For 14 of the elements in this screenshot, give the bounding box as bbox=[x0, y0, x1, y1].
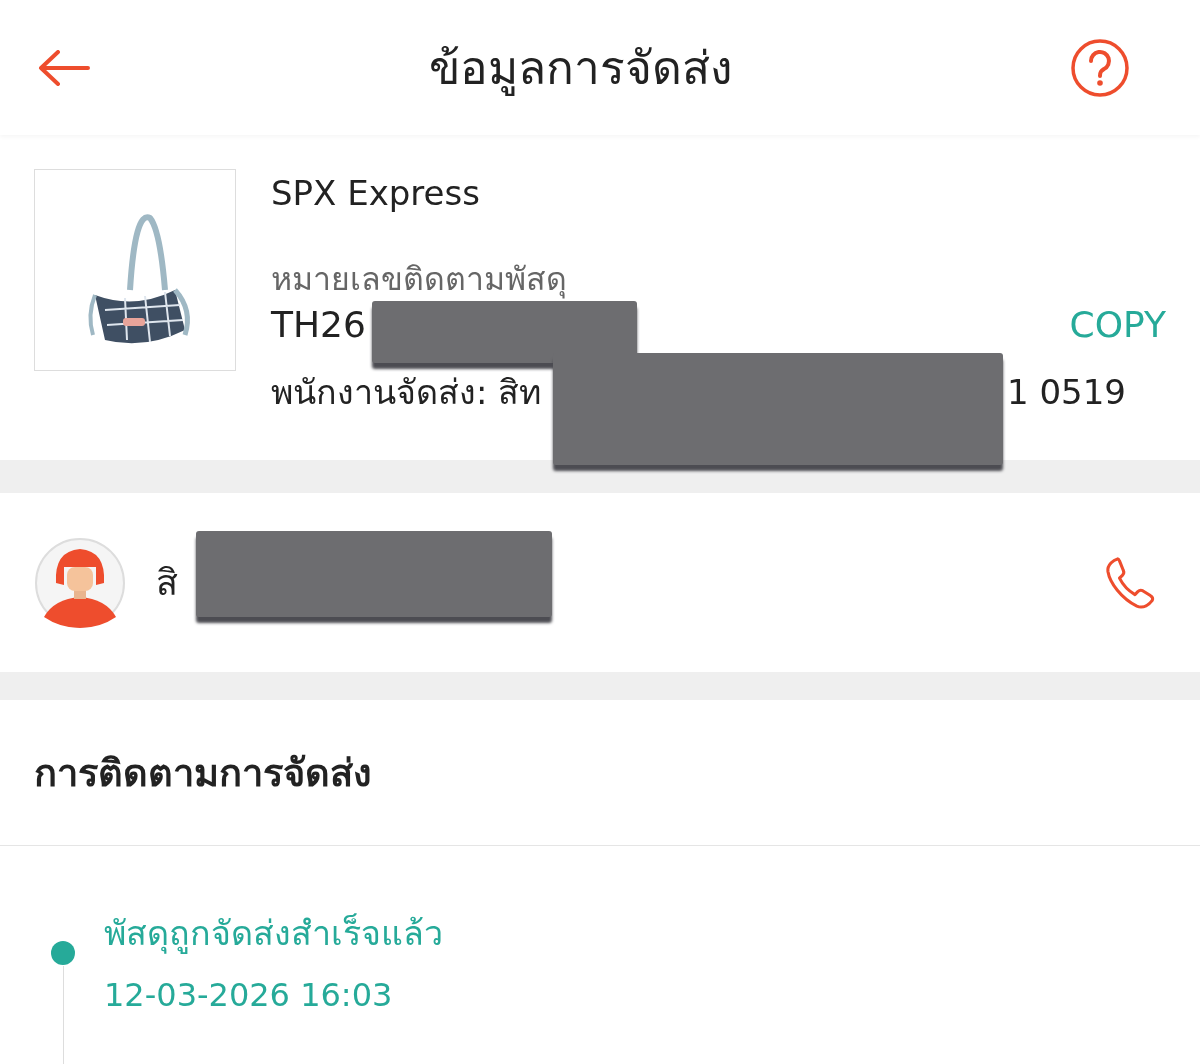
carrier-name: SPX Express bbox=[271, 173, 481, 213]
phone-number: 1 0519 bbox=[1007, 372, 1126, 412]
event-status: พัสดุถูกจัดส่งสำเร็จแล้ว bbox=[104, 912, 443, 956]
courier-avatar-icon bbox=[34, 536, 126, 629]
courier-info: พนักงานจัดส่ง: สิท bbox=[271, 371, 542, 414]
page-title: ข้อมูลการจัดส่ง bbox=[428, 40, 732, 98]
tracking-number: TH26 bbox=[271, 304, 366, 345]
help-icon[interactable] bbox=[1070, 37, 1130, 98]
back-arrow-icon[interactable] bbox=[38, 49, 90, 86]
courier-name: สิ bbox=[156, 561, 178, 605]
section-title: การติดตามการจัดส่ง bbox=[0, 700, 1200, 846]
event-time: 12-03-2026 16:03 bbox=[104, 976, 394, 1014]
copy-button[interactable]: COPY bbox=[1069, 304, 1166, 345]
tracking-label: หมายเลขติดตามพัสดุ bbox=[271, 259, 568, 301]
